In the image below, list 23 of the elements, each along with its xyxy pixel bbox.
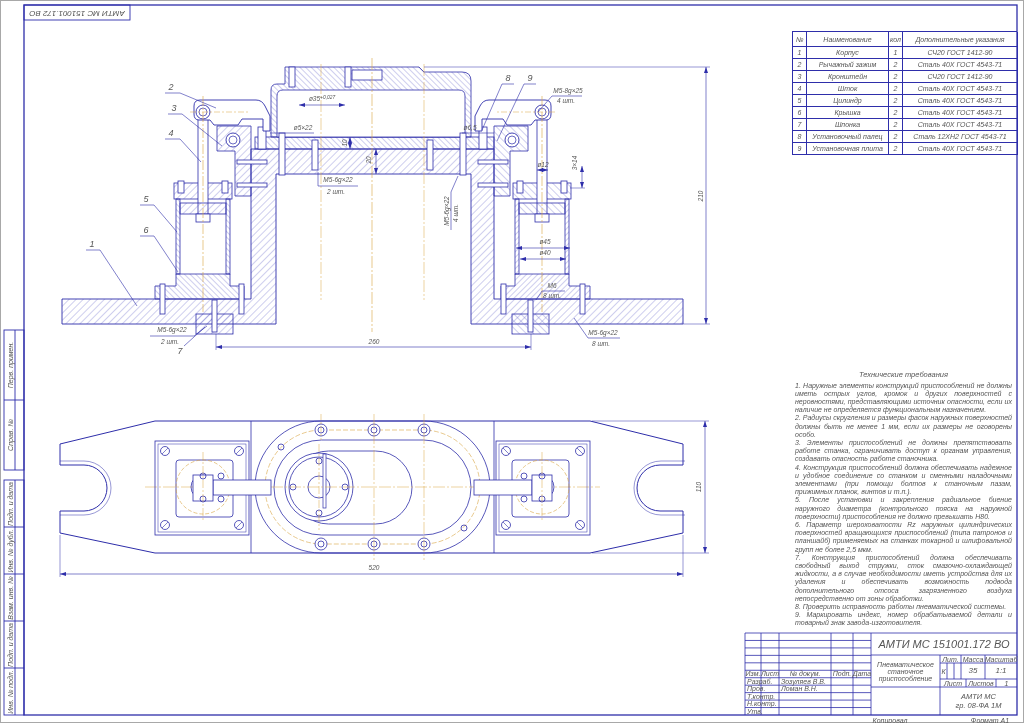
part-number: 6: [143, 225, 149, 235]
part-number: 2: [168, 82, 174, 92]
leader-line: [139, 204, 178, 233]
leader-line: [450, 175, 459, 231]
part-number: 3: [171, 103, 177, 113]
part-number: 1: [89, 239, 95, 249]
dimension-line: [298, 103, 346, 107]
dimension-line: [374, 148, 378, 175]
leader-line: [317, 171, 359, 187]
leader-line: [573, 317, 621, 339]
leader-line: [269, 132, 315, 134]
part-number: 4: [168, 128, 174, 138]
dimension-line: [348, 136, 352, 150]
drawing-number: АМТИ МС 151001.172 ВО: [877, 636, 1011, 652]
part-number: 9: [527, 73, 533, 83]
table-cell-text: 1:1: [994, 665, 1008, 677]
leader-line: [535, 290, 566, 301]
leader-line: [164, 92, 217, 109]
part-number: 7: [177, 346, 183, 356]
drawing-number: АМТИ МС 151001.172 ВО: [29, 8, 125, 17]
part-number: 5: [143, 194, 149, 204]
table-cell-text: 35: [967, 665, 979, 677]
part-number: 8: [505, 73, 511, 83]
